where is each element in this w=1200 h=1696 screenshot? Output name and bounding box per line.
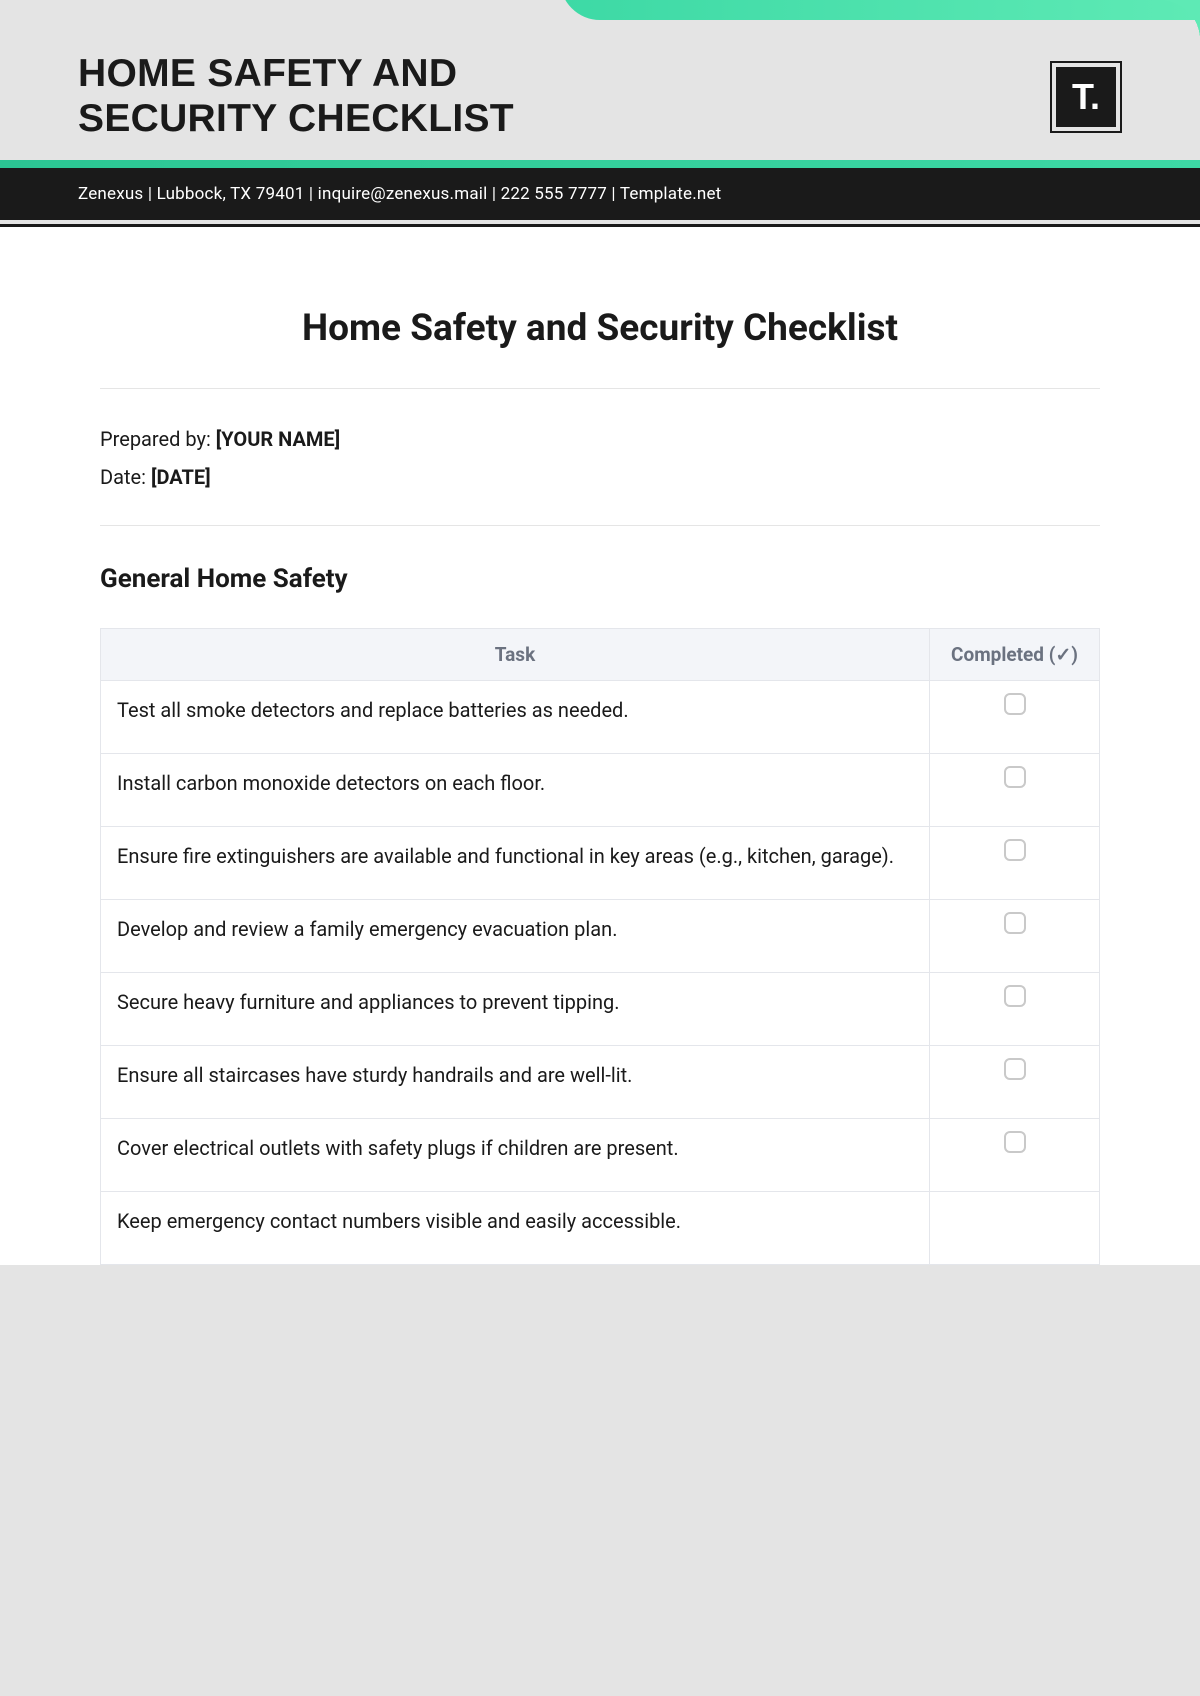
date-line: Date: [DATE] <box>100 465 1100 489</box>
checkbox[interactable] <box>1004 985 1026 1007</box>
logo-text: T. <box>1056 67 1116 127</box>
header-title-line2: SECURITY CHECKLIST <box>78 97 514 140</box>
table-row: Cover electrical outlets with safety plu… <box>101 1118 1100 1191</box>
info-bar: Zenexus | Lubbock, TX 79401 | inquire@ze… <box>0 168 1200 220</box>
header-title-line1: HOME SAFETY AND <box>78 52 457 95</box>
table-header-row: Task Completed (✓) <box>101 628 1100 680</box>
checkbox[interactable] <box>1004 766 1026 788</box>
completed-cell <box>930 826 1100 899</box>
document-body: Home Safety and Security Checklist Prepa… <box>0 227 1200 1265</box>
green-divider <box>0 160 1200 168</box>
date-value: [DATE] <box>151 465 211 489</box>
table-row: Secure heavy furniture and appliances to… <box>101 972 1100 1045</box>
horizontal-rule <box>100 388 1100 389</box>
table-row: Keep emergency contact numbers visible a… <box>101 1191 1100 1264</box>
document-title: Home Safety and Security Checklist <box>100 307 1100 350</box>
date-label: Date: <box>100 465 151 489</box>
prepared-by-label: Prepared by: <box>100 427 216 451</box>
completed-cell <box>930 1118 1100 1191</box>
section-title: General Home Safety <box>100 564 1100 594</box>
table-row: Ensure fire extinguishers are available … <box>101 826 1100 899</box>
completed-cell <box>930 753 1100 826</box>
table-row: Develop and review a family emergency ev… <box>101 899 1100 972</box>
completed-cell <box>930 1191 1100 1264</box>
column-header-task: Task <box>101 628 930 680</box>
prepared-by-line: Prepared by: [YOUR NAME] <box>100 427 1100 451</box>
table-row: Ensure all staircases have sturdy handra… <box>101 1045 1100 1118</box>
task-cell: Develop and review a family emergency ev… <box>101 899 930 972</box>
checkbox[interactable] <box>1004 912 1026 934</box>
completed-cell <box>930 972 1100 1045</box>
task-cell: Keep emergency contact numbers visible a… <box>101 1191 930 1264</box>
prepared-by-value: [YOUR NAME] <box>216 427 340 451</box>
table-row: Install carbon monoxide detectors on eac… <box>101 753 1100 826</box>
checkbox[interactable] <box>1004 1058 1026 1080</box>
completed-cell <box>930 680 1100 753</box>
task-cell: Ensure fire extinguishers are available … <box>101 826 930 899</box>
task-cell: Ensure all staircases have sturdy handra… <box>101 1045 930 1118</box>
decorative-top-accent <box>560 0 1200 20</box>
meta-block: Prepared by: [YOUR NAME] Date: [DATE] <box>100 427 1100 489</box>
logo: T. <box>1050 61 1122 133</box>
column-header-completed: Completed (✓) <box>930 628 1100 680</box>
header-area: HOME SAFETY AND SECURITY CHECKLIST T. <box>0 0 1200 160</box>
task-cell: Test all smoke detectors and replace bat… <box>101 680 930 753</box>
checkbox[interactable] <box>1004 1131 1026 1153</box>
checklist-table: Task Completed (✓) Test all smoke detect… <box>100 628 1100 1265</box>
table-row: Test all smoke detectors and replace bat… <box>101 680 1100 753</box>
checkbox[interactable] <box>1004 839 1026 861</box>
completed-cell <box>930 899 1100 972</box>
task-cell: Cover electrical outlets with safety plu… <box>101 1118 930 1191</box>
checkbox[interactable] <box>1004 693 1026 715</box>
horizontal-rule <box>100 525 1100 526</box>
task-cell: Secure heavy furniture and appliances to… <box>101 972 930 1045</box>
task-cell: Install carbon monoxide detectors on eac… <box>101 753 930 826</box>
header-title: HOME SAFETY AND SECURITY CHECKLIST <box>78 52 514 142</box>
completed-cell <box>930 1045 1100 1118</box>
